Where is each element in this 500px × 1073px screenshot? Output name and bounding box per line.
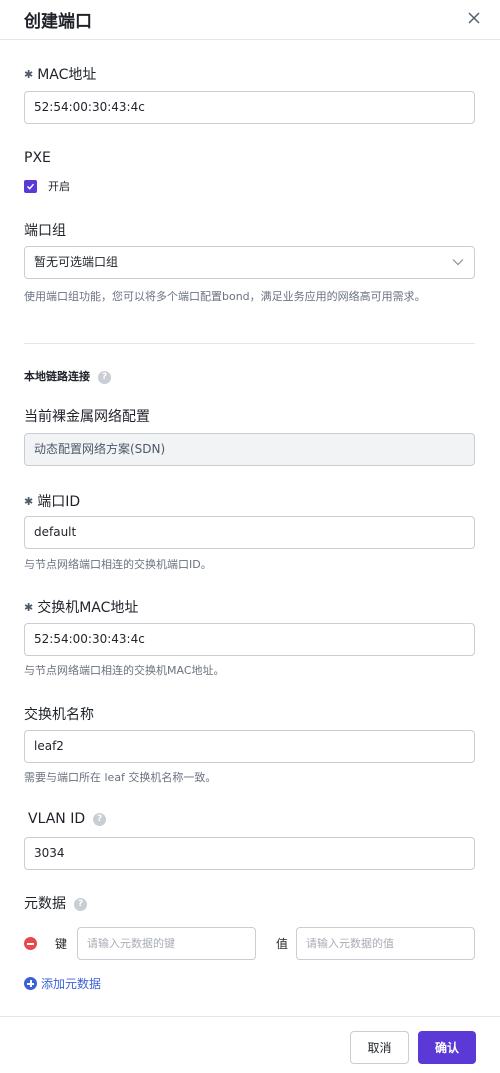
mac-label: ✱ MAC地址 <box>24 64 96 84</box>
cancel-button[interactable]: 取消 <box>350 1031 409 1064</box>
remove-metadata-icon[interactable] <box>24 937 37 950</box>
metadata-key-label: 键 <box>55 937 68 951</box>
vlan-label-text: VLAN ID <box>28 811 86 827</box>
metadata-key-input[interactable]: 请输入元数据的键 <box>77 927 256 960</box>
mac-input[interactable]: 52:54:00:30:43:4c <box>24 91 475 124</box>
divider <box>24 343 475 344</box>
switch-name-help: 需要与端口所在 leaf 交换机名称一致。 <box>24 771 217 784</box>
dialog-header: 创建端口 <box>0 0 500 40</box>
switch-name-input[interactable]: leaf2 <box>24 730 475 763</box>
local-link-title-text: 本地链路连接 <box>24 370 90 383</box>
port-group-select[interactable]: 暂无可选端口组 <box>24 246 475 279</box>
add-metadata-button[interactable]: 添加元数据 <box>24 975 101 992</box>
switch-mac-label-text: 交换机MAC地址 <box>37 600 139 616</box>
required-mark: ✱ <box>24 68 34 81</box>
network-config-label: 当前裸金属网络配置 <box>24 409 150 425</box>
help-icon[interactable]: ? <box>74 897 87 911</box>
metadata-value-input[interactable]: 请输入元数据的值 <box>296 927 475 960</box>
network-config-field: 动态配置网络方案(SDN) <box>24 433 475 466</box>
pxe-label: PXE <box>24 150 51 166</box>
switch-name-label: 交换机名称 <box>24 707 94 723</box>
add-metadata-label: 添加元数据 <box>41 977 102 991</box>
help-icon[interactable]: ? <box>98 370 111 384</box>
dialog-footer: 取消 确认 <box>0 1016 500 1073</box>
port-id-label-text: 端口ID <box>37 494 81 510</box>
port-group-label: 端口组 <box>24 223 66 239</box>
dialog-title: 创建端口 <box>24 12 92 32</box>
local-link-section-title: 本地链路连接? <box>24 368 111 384</box>
help-icon[interactable]: ? <box>93 812 107 826</box>
pxe-checkbox-label: 开启 <box>48 180 70 193</box>
pxe-checkbox-row[interactable]: 开启 <box>24 178 70 194</box>
mac-label-text: MAC地址 <box>37 67 97 83</box>
switch-mac-input[interactable]: 52:54:00:30:43:4c <box>24 623 475 656</box>
port-id-label: ✱ 端口ID <box>24 491 80 511</box>
metadata-label: 元数据? <box>24 893 87 913</box>
close-icon <box>468 12 480 24</box>
close-button[interactable] <box>462 6 486 30</box>
port-id-help: 与节点网络端口相连的交换机端口ID。 <box>24 558 212 571</box>
plus-circle-icon <box>24 977 37 990</box>
metadata-value-label: 值 <box>276 937 289 951</box>
port-id-input[interactable]: default <box>24 516 475 549</box>
required-mark: ✱ <box>24 601 34 614</box>
pxe-checkbox[interactable] <box>24 179 37 193</box>
check-icon <box>26 183 35 190</box>
switch-mac-help: 与节点网络端口相连的交换机MAC地址。 <box>24 664 225 677</box>
port-group-help: 使用端口组功能，您可以将多个端口配置bond，满足业务应用的网络高可用需求。 <box>24 290 426 303</box>
required-mark: ✱ <box>24 495 34 508</box>
switch-mac-label: ✱ 交换机MAC地址 <box>24 597 138 617</box>
chevron-down-icon <box>452 259 464 266</box>
vlan-label: VLAN ID? <box>28 811 107 827</box>
port-group-value: 暂无可选端口组 <box>34 255 119 269</box>
confirm-button[interactable]: 确认 <box>418 1031 476 1064</box>
vlan-input[interactable]: 3034 <box>24 837 475 870</box>
metadata-label-text: 元数据 <box>24 896 66 912</box>
